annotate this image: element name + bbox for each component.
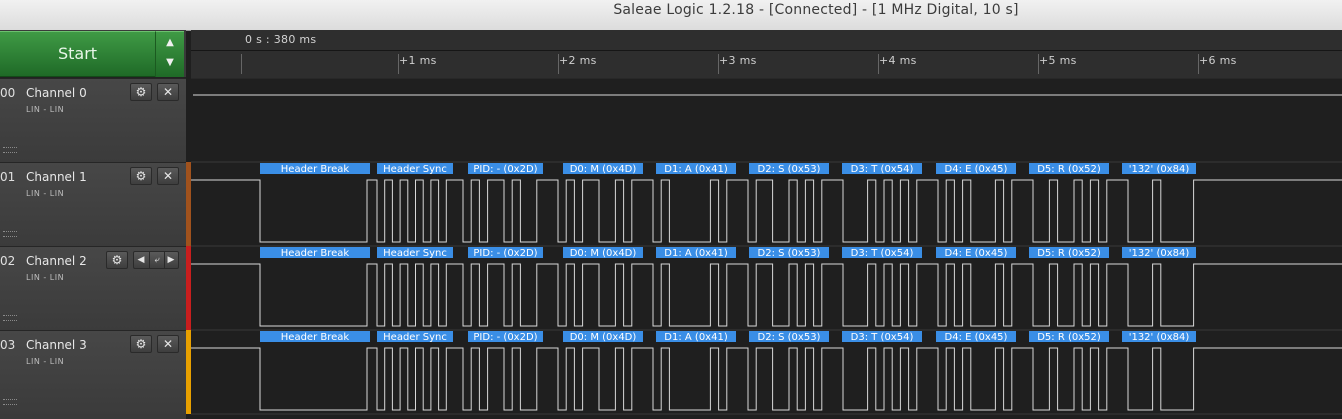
decode-label: Header Break [281, 248, 350, 259]
ruler-origin-tick [241, 54, 242, 74]
drag-handle[interactable] [3, 147, 17, 153]
channel-row-2[interactable]: 02 Channel 2 LIN - LIN ⚙ ◀ ⤶ ▶ [0, 246, 186, 330]
decode-label: '132' (0x84) [1129, 248, 1190, 259]
channel-2-trace [191, 263, 1342, 327]
channel-3-trace [191, 347, 1342, 411]
decode-label: D3: T (0x54) [851, 332, 914, 343]
channel-name[interactable]: Channel 1 [26, 170, 87, 184]
channel-panel: Start ▲ ▼ 00 Channel 0 LIN - LIN ⚙ ✕ 01 … [0, 30, 186, 419]
decode-label: D2: S (0x53) [758, 332, 821, 343]
channel-number: 02 [0, 254, 16, 268]
channel-analyzer: LIN - LIN [26, 105, 65, 114]
channel-settings-button[interactable]: ⚙ [130, 167, 152, 185]
channel-analyzer: LIN - LIN [26, 273, 65, 282]
channel-row-0[interactable]: 00 Channel 0 LIN - LIN ⚙ ✕ [0, 78, 186, 162]
decode-label: D4: E (0x45) [945, 248, 1008, 259]
waveform-view[interactable]: Header Break Header Sync PID: - (0x2D) D0: … [191, 78, 1342, 419]
channel-analyzer: LIN - LIN [26, 357, 65, 366]
channel-close-button[interactable]: ✕ [157, 335, 179, 353]
decode-label: D0: M (0x4D) [570, 248, 637, 259]
channel-number: 00 [0, 86, 16, 100]
ruler-timestamp: 0 s : 380 ms [245, 33, 317, 46]
close-icon: ✕ [162, 337, 174, 351]
decode-label: D0: M (0x4D) [570, 164, 637, 175]
decode-label: Header Break [281, 332, 350, 343]
drag-handle[interactable] [3, 231, 17, 237]
start-button[interactable]: Start [0, 31, 155, 77]
ruler-tick-label: +5 ms [1039, 54, 1077, 67]
decode-label: D1: A (0x41) [664, 332, 728, 343]
title-bar: Saleae Logic 1.2.18 - [Connected] - [1 M… [0, 0, 1342, 31]
decode-label: D3: T (0x54) [851, 248, 914, 259]
ruler-tick-label: +4 ms [879, 54, 917, 67]
drag-handle[interactable] [3, 315, 17, 321]
channel-number: 01 [0, 170, 16, 184]
channel-number: 03 [0, 338, 16, 352]
decode-label: Header Sync [383, 164, 447, 175]
next-edge-icon[interactable]: ▶ [165, 252, 177, 268]
decode-label: D4: E (0x45) [945, 164, 1008, 175]
close-icon: ✕ [162, 85, 174, 99]
channel-settings-button[interactable]: ⚙ [106, 251, 128, 269]
decode-label: D1: A (0x41) [664, 164, 728, 175]
channel-close-button[interactable]: ✕ [157, 83, 179, 101]
decode-label: PID: - (0x2D) [473, 248, 537, 259]
ruler-divider [191, 50, 1342, 51]
ruler-tick-label: +6 ms [1199, 54, 1237, 67]
drag-handle[interactable] [3, 399, 17, 405]
channel-name[interactable]: Channel 0 [26, 86, 87, 100]
ruler-tick-label: +2 ms [559, 54, 597, 67]
decode-label: D5: R (0x52) [1037, 248, 1101, 259]
channel-settings-button[interactable]: ⚙ [130, 335, 152, 353]
channel-row-3[interactable]: 03 Channel 3 LIN - LIN ⚙ ✕ [0, 330, 186, 414]
decode-label: D5: R (0x52) [1037, 332, 1101, 343]
channel-analyzer: LIN - LIN [26, 189, 65, 198]
prev-edge-icon[interactable]: ◀ [135, 252, 147, 268]
edge-navigation: ◀ ⤶ ▶ [133, 251, 179, 269]
decode-label: Header Break [281, 164, 350, 175]
decode-label: D3: T (0x54) [851, 164, 914, 175]
edge-trigger-icon[interactable]: ⤶ [149, 252, 165, 268]
gear-icon: ⚙ [111, 253, 123, 267]
decode-label: D0: M (0x4D) [570, 332, 637, 343]
decode-label: '132' (0x84) [1129, 164, 1190, 175]
channel-name[interactable]: Channel 3 [26, 338, 87, 352]
decode-label: PID: - (0x2D) [473, 164, 537, 175]
ruler-tick-label: +1 ms [399, 54, 437, 67]
close-icon: ✕ [162, 169, 174, 183]
up-arrow-icon: ▲ [166, 37, 174, 48]
channel-1-trace [191, 179, 1342, 243]
channel-row-1[interactable]: 01 Channel 1 LIN - LIN ⚙ ✕ [0, 162, 186, 246]
gear-icon: ⚙ [135, 85, 147, 99]
decode-label: D5: R (0x52) [1037, 164, 1101, 175]
channel-settings-button[interactable]: ⚙ [130, 83, 152, 101]
decode-label: D4: E (0x45) [945, 332, 1008, 343]
channel-name[interactable]: Channel 2 [26, 254, 87, 268]
decode-label: Header Sync [383, 332, 447, 343]
decode-label: D1: A (0x41) [664, 248, 728, 259]
ruler-tick-label: +3 ms [719, 54, 757, 67]
window-title: Saleae Logic 1.2.18 - [Connected] - [1 M… [613, 2, 1019, 18]
down-arrow-icon: ▼ [166, 57, 174, 68]
start-options-button[interactable]: ▲ ▼ [155, 31, 184, 77]
decode-label: Header Sync [383, 248, 447, 259]
channel-close-button[interactable]: ✕ [157, 167, 179, 185]
decode-label: PID: - (0x2D) [473, 332, 537, 343]
gear-icon: ⚙ [135, 169, 147, 183]
decode-label: '132' (0x84) [1129, 332, 1190, 343]
decode-label: D2: S (0x53) [758, 248, 821, 259]
decode-label: D2: S (0x53) [758, 164, 821, 175]
gear-icon: ⚙ [135, 337, 147, 351]
time-ruler[interactable]: 0 s : 380 ms +1 ms +2 ms +3 ms +4 ms +5 … [191, 30, 1342, 79]
